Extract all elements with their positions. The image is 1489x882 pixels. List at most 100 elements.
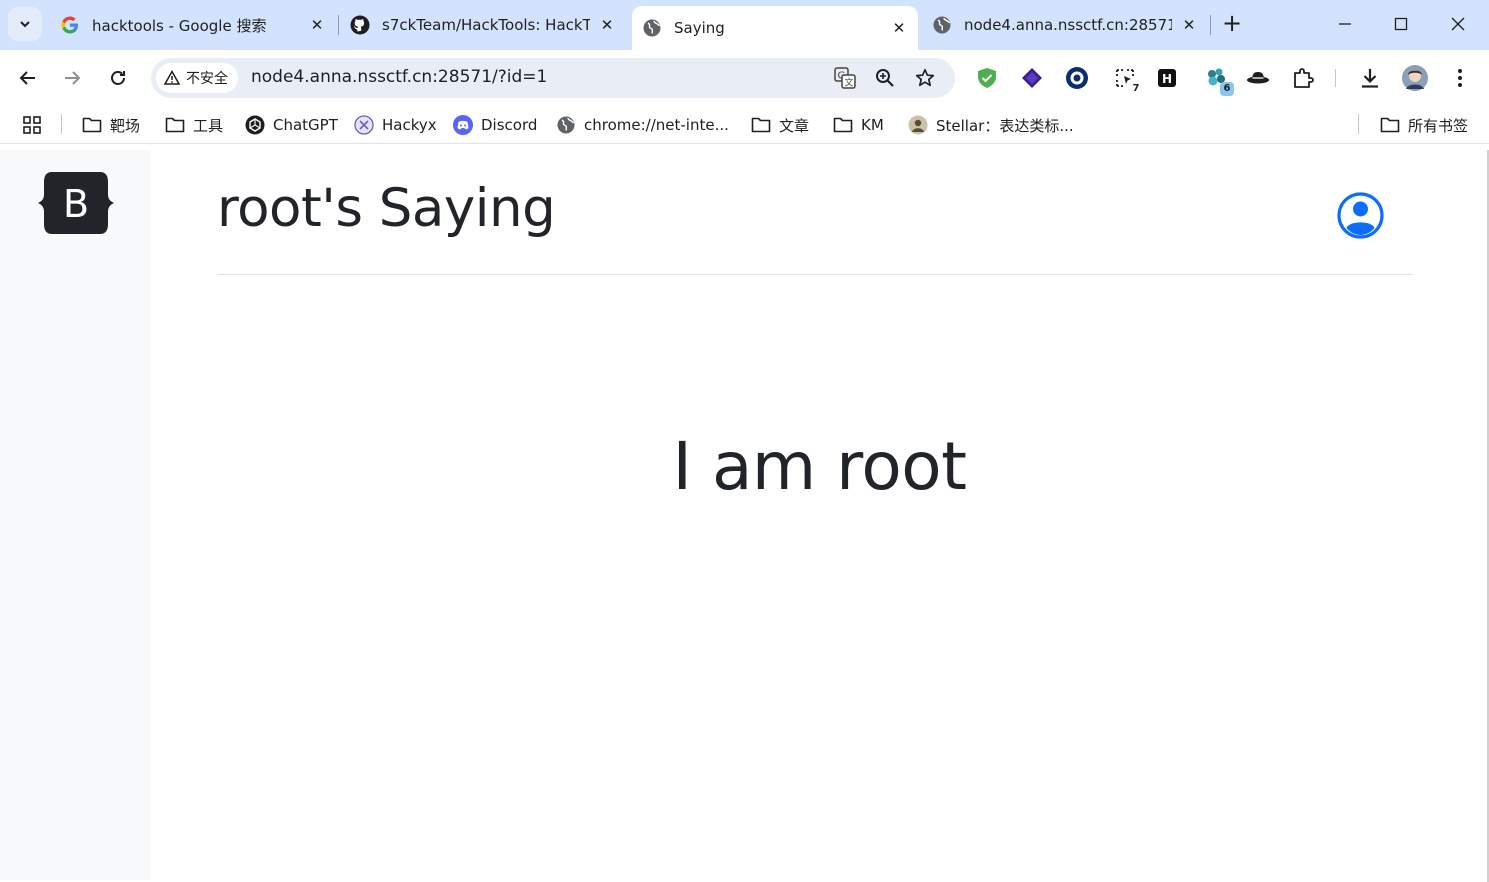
tab-title: hacktools - Google 搜索 [92, 16, 267, 35]
maximize-icon [1394, 17, 1408, 31]
sidebar: B [0, 150, 150, 880]
shield-extension-icon[interactable] [973, 64, 1001, 92]
close-icon[interactable]: ✕ [1178, 14, 1200, 36]
stellar-icon [908, 115, 928, 135]
bookmark-label: 所有书签 [1408, 116, 1469, 135]
close-icon [1451, 17, 1465, 31]
close-icon[interactable]: ✕ [888, 17, 910, 39]
toolbar-divider [1335, 69, 1336, 87]
tab-divider [1210, 15, 1211, 35]
globe-icon [642, 18, 662, 38]
discord-icon [453, 115, 473, 135]
bookmark-label: 文章 [779, 116, 810, 135]
page-title: root's Saying [217, 178, 556, 239]
hackyx-icon [354, 115, 374, 135]
tab-search-button[interactable] [8, 7, 42, 41]
tab-node4[interactable]: node4.anna.nssctf.cn:28571/ ✕ [922, 6, 1208, 44]
reload-icon [111, 71, 125, 85]
folder-icon [833, 115, 853, 135]
security-label: 不安全 [186, 71, 228, 87]
tab-google-search[interactable]: hacktools - Google 搜索 ✕ [50, 6, 336, 44]
globe-icon [556, 115, 576, 135]
chatgpt-icon [245, 115, 265, 135]
bookmark-label: Discord [481, 116, 538, 134]
peacock-extension-icon[interactable]: 6 [1202, 64, 1234, 96]
security-chip[interactable]: 不安全 [156, 63, 238, 93]
folder-icon [751, 115, 771, 135]
browser-toolbar: 不安全 node4.anna.nssctf.cn:28571/?id=1 G文 … [0, 50, 1489, 106]
brand-letter: B [63, 182, 89, 226]
bookmark-label: 工具 [193, 116, 224, 135]
back-button[interactable] [12, 62, 44, 94]
menu-kebab-icon[interactable] [1446, 64, 1474, 92]
apps-grid-icon [23, 116, 41, 134]
google-icon [60, 15, 80, 35]
window-close-button[interactable] [1430, 0, 1486, 48]
tab-title: Saying [674, 19, 725, 37]
forward-button[interactable] [56, 62, 88, 94]
bookmark-chatgpt[interactable]: ChatGPT [245, 114, 338, 136]
close-icon[interactable]: ✕ [306, 14, 328, 36]
bookmark-label: ChatGPT [273, 116, 338, 134]
translate-icon[interactable]: G文 [833, 66, 857, 90]
svg-text:H: H [1162, 72, 1172, 86]
new-tab-button[interactable]: + [1218, 10, 1246, 38]
arrow-right-icon [65, 71, 81, 85]
maximize-button[interactable] [1373, 0, 1429, 48]
bookmark-folder-range[interactable]: 靶场 [82, 114, 140, 136]
bookmark-label: chrome://net-inte... [584, 116, 729, 134]
minimize-button[interactable] [1317, 0, 1373, 48]
zoom-icon[interactable] [873, 66, 897, 90]
all-bookmarks-button[interactable]: 所有书签 [1380, 114, 1468, 136]
extension-badge: 6 [1220, 82, 1234, 96]
bookmark-hackyx[interactable]: Hackyx [354, 114, 437, 136]
bookmark-folder-articles[interactable]: 文章 [751, 114, 809, 136]
bookmark-folder-tools[interactable]: 工具 [165, 114, 223, 136]
page-viewport: B root's Saying I am root [0, 150, 1489, 880]
ring-extension-icon[interactable] [1063, 64, 1091, 92]
h-extension-icon[interactable]: H [1153, 64, 1181, 92]
site-header: root's Saying [217, 150, 1413, 275]
address-bar[interactable]: 不安全 node4.anna.nssctf.cn:28571/?id=1 G文 [151, 58, 955, 98]
bookmark-net-internals[interactable]: chrome://net-inte... [556, 114, 729, 136]
saying-text: I am root [672, 428, 967, 505]
close-icon[interactable]: ✕ [596, 14, 618, 36]
arrow-left-icon [19, 71, 35, 85]
purple-gem-extension-icon[interactable] [1018, 64, 1046, 92]
bookmark-discord[interactable]: Discord [453, 114, 537, 136]
bookmark-folder-km[interactable]: KM [833, 114, 884, 136]
bookmarks-bar: 靶场 工具 ChatGPT Hackyx Discord chrome://ne… [0, 106, 1489, 144]
folder-icon [1380, 115, 1400, 135]
bookmark-stellar[interactable]: Stellar：表达类标... [908, 114, 1074, 136]
apps-button[interactable] [22, 114, 42, 136]
avatar[interactable] [1401, 64, 1429, 92]
folder-icon [165, 115, 185, 135]
download-icon[interactable] [1356, 64, 1384, 92]
bookmark-label: Hackyx [382, 116, 437, 134]
url-text[interactable]: node4.anna.nssctf.cn:28571/?id=1 [251, 67, 547, 87]
tab-divider [338, 15, 339, 35]
bookmark-label: Stellar：表达类标... [936, 116, 1074, 135]
user-profile-icon[interactable] [1337, 192, 1384, 243]
globe-icon [932, 15, 952, 35]
puzzle-extensions-icon[interactable] [1289, 64, 1317, 92]
tab-saying[interactable]: Saying ✕ [632, 6, 918, 50]
tab-title: s7ckTeam/HackTools: HackT [382, 16, 590, 34]
warning-icon [164, 70, 180, 85]
reload-button[interactable] [102, 62, 134, 94]
folder-icon [82, 115, 102, 135]
bootstrap-logo[interactable]: B [38, 172, 114, 238]
hat-extension-icon[interactable] [1244, 64, 1272, 92]
minimize-icon [1339, 23, 1351, 25]
bookmarks-divider [1358, 114, 1359, 134]
bookmark-label: KM [861, 116, 884, 134]
chevron-down-icon [20, 21, 30, 28]
star-icon[interactable] [913, 66, 937, 90]
tab-github[interactable]: s7ckTeam/HackTools: HackT ✕ [340, 6, 626, 44]
extension-badge: 7 [1129, 82, 1143, 96]
selector-extension-icon[interactable]: 7 [1111, 64, 1143, 96]
github-icon [350, 15, 370, 35]
tab-title: node4.anna.nssctf.cn:28571/ [964, 16, 1172, 34]
bookmark-label: 靶场 [110, 116, 141, 135]
tab-strip: hacktools - Google 搜索 ✕ s7ckTeam/HackToo… [0, 0, 1489, 50]
